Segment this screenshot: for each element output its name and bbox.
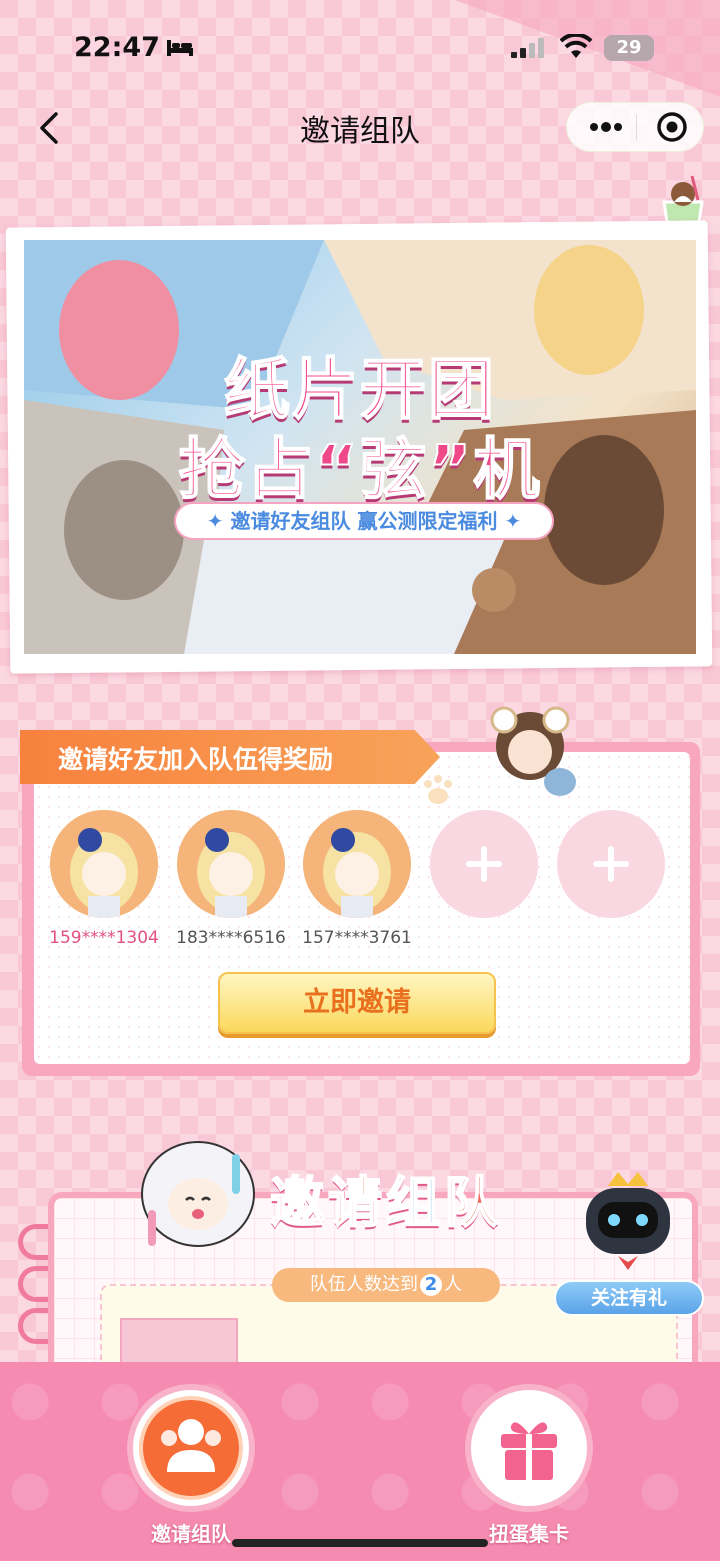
- home-indicator[interactable]: [232, 1539, 488, 1547]
- follow-reward-badge[interactable]: 关注有礼: [554, 1280, 704, 1316]
- team-title-part3: 队: [443, 1170, 502, 1235]
- tab-gacha-cards[interactable]: [465, 1384, 593, 1512]
- invite-card-header: 邀请好友加入队伍得奖励: [58, 745, 334, 774]
- bed-icon: [167, 40, 193, 56]
- team-member-avatar[interactable]: [50, 810, 158, 918]
- wifi-icon: [560, 34, 592, 58]
- invite-now-button[interactable]: 立即邀请: [218, 972, 496, 1034]
- close-miniprogram-icon[interactable]: [654, 110, 690, 144]
- battery-indicator: 29: [604, 35, 654, 61]
- banner-title-line2: 抢占“弦”机: [178, 430, 542, 509]
- avatar-icon: [177, 810, 285, 918]
- paw-print-icon: [424, 775, 452, 804]
- team-section-title: 邀请组队: [269, 1158, 502, 1237]
- capsule-divider: [636, 114, 637, 140]
- more-icon[interactable]: [586, 112, 626, 142]
- team-title-part1: 邀请: [269, 1170, 386, 1235]
- plus-icon: [466, 846, 502, 882]
- team-req-number: 2: [420, 1274, 442, 1296]
- signal-icon: [511, 38, 544, 58]
- team-req-suffix: 人: [444, 1274, 462, 1295]
- member-phone: 157****3761: [302, 928, 412, 948]
- empty-slot-add-button[interactable]: [557, 810, 665, 918]
- team-requirement: 队伍人数达到 2 人: [272, 1268, 500, 1302]
- robot-mascot-icon[interactable]: [568, 1170, 688, 1280]
- gift-icon: [501, 1422, 557, 1480]
- team-title-part2: 组: [385, 1170, 444, 1235]
- plus-icon: [593, 846, 629, 882]
- team-req-prefix: 队伍人数达到: [310, 1274, 418, 1295]
- event-banner[interactable]: 纸片开团 抢占“弦”机 ✦ 邀请好友组队 赢公测限定福利 ✦: [24, 240, 696, 654]
- team-member-avatar[interactable]: [303, 810, 411, 918]
- member-phone: 183****6516: [176, 928, 286, 948]
- status-time: 22:47: [74, 32, 160, 63]
- banner-subtitle: ✦ 邀请好友组队 赢公测限定福利 ✦: [174, 502, 554, 540]
- avatar-icon: [303, 810, 411, 918]
- tabbar-pattern: [0, 1362, 720, 1561]
- tab-invite-team-active[interactable]: [139, 1396, 243, 1500]
- member-phone: 159****1304: [49, 928, 159, 948]
- chibi-character-icon: [490, 706, 576, 796]
- team-icon: [161, 1419, 221, 1472]
- avatar-icon: [50, 810, 158, 918]
- chibi-white-hair-icon: [141, 1141, 255, 1247]
- empty-slot-add-button[interactable]: [430, 810, 538, 918]
- team-member-avatar[interactable]: [177, 810, 285, 918]
